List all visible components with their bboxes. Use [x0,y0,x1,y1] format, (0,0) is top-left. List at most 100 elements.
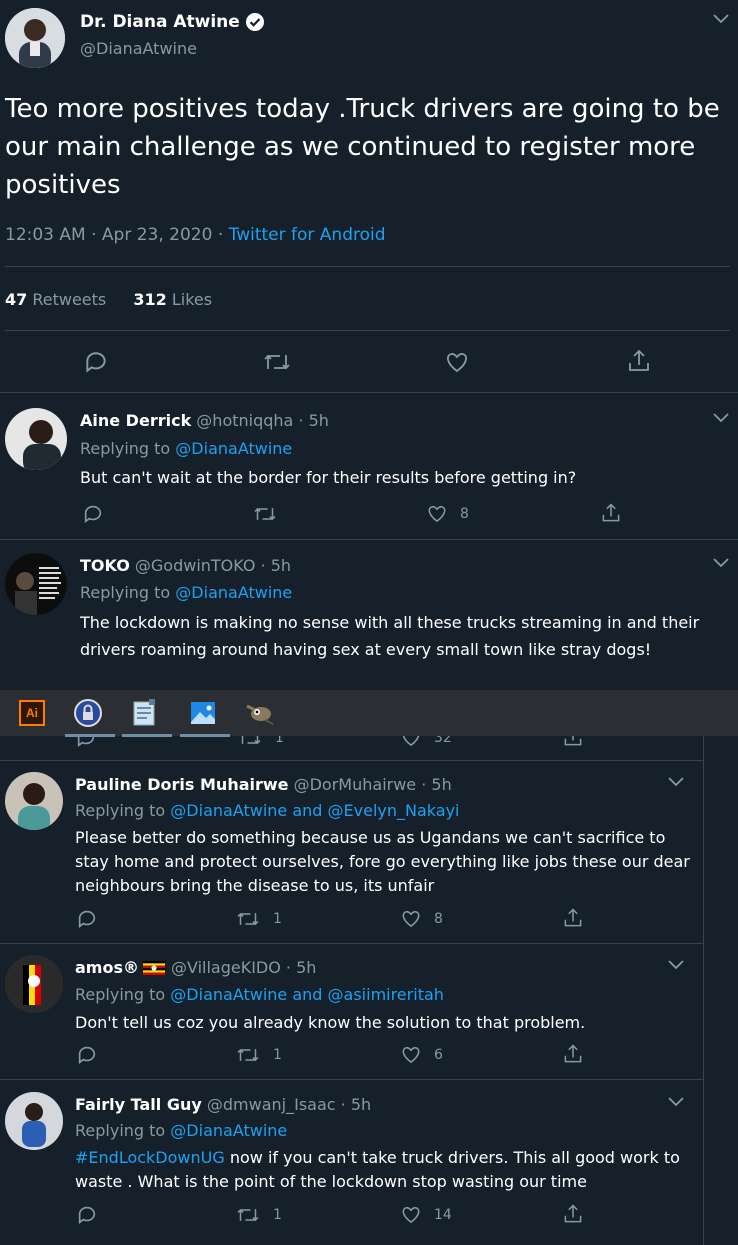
replying-to-link[interactable]: @DianaAtwine [175,439,292,458]
divider [0,943,704,944]
share-icon[interactable] [562,907,584,929]
divider [5,330,730,331]
keepass-app-icon[interactable] [73,698,103,728]
reply-text: Don't tell us coz you already know the s… [75,1013,586,1032]
like-icon[interactable] [400,908,422,929]
like-icon[interactable] [426,503,448,524]
reply-avatar[interactable] [5,955,63,1013]
reply-text: But can't wait at the border for their r… [80,468,577,487]
like-action[interactable]: 14 [400,1204,452,1225]
reply-author-name[interactable]: Fairly Tall Guy [75,1095,202,1114]
replying-to-link[interactable]: @DianaAtwine [175,583,292,602]
chevron-down-icon[interactable] [712,411,730,425]
like-count: 14 [434,1206,452,1223]
reply-author-name[interactable]: TOKO [80,556,130,575]
reply-text: Please better do something because us as… [75,828,690,895]
replying-to: Replying to @DianaAtwine and @Evelyn_Nak… [75,801,460,820]
divider [0,760,704,761]
replying-to-link[interactable]: @DianaAtwine [170,1121,287,1140]
reply-author-name[interactable]: amos® [75,958,139,977]
like-count: 8 [460,505,469,522]
divider [0,539,738,540]
like-action[interactable]: 8 [426,503,469,524]
reply-header: amos® @VillageKIDO · 5h [75,958,316,977]
chevron-down-icon[interactable] [712,556,730,570]
share-icon[interactable] [600,502,622,524]
like-icon[interactable] [400,1204,422,1225]
photos-app-icon[interactable] [188,698,218,728]
replying-to: Replying to @DianaAtwine [80,583,293,602]
divider [5,266,730,267]
author-name-row[interactable]: Dr. Diana Atwine [80,12,265,32]
chevron-down-icon[interactable] [667,958,685,972]
reply-header: Aine Derrick @hotniqqha · 5h [80,411,329,430]
verified-badge-icon [245,12,265,32]
like-icon[interactable] [400,1044,422,1065]
notepad-app-icon[interactable] [130,698,160,728]
likes-stat[interactable]: 312 Likes [133,290,212,309]
replying-to-link[interactable]: @DianaAtwine and @Evelyn_Nakayi [170,801,459,820]
gimp-app-icon[interactable] [245,698,275,728]
reply-author-handle[interactable]: @GodwinTOKO · 5h [135,556,291,575]
chevron-down-icon[interactable] [667,775,685,789]
retweets-stat[interactable]: 47 Retweets [5,290,106,309]
tweet-meta: 12:03 AM · Apr 23, 2020 · Twitter for An… [5,225,386,245]
author-handle[interactable]: @DianaAtwine [80,39,197,58]
chevron-down-icon[interactable] [712,12,730,26]
retweet-action[interactable]: 1 [235,1045,282,1065]
replying-to: Replying to @DianaAtwine and @asiimireri… [75,985,444,1004]
retweet-count: 1 [273,1207,282,1223]
reply-author-handle[interactable]: @VillageKIDO · 5h [171,958,316,977]
reply-header: Fairly Tall Guy @dmwanj_Isaac · 5h [75,1095,371,1114]
reply-avatar[interactable] [5,1092,63,1150]
reply-avatar[interactable] [5,772,63,830]
tweet-stats: 47 Retweets 312 Likes [5,290,212,309]
share-icon[interactable] [562,1043,584,1065]
reply-text: The lockdown is making no sense with all… [80,613,700,659]
replying-to: Replying to @DianaAtwine [80,439,293,458]
share-icon[interactable] [626,348,652,374]
retweet-icon[interactable] [235,1045,261,1065]
like-action[interactable]: 6 [400,1044,443,1065]
like-count: 8 [434,910,443,927]
reply-icon[interactable] [76,1204,98,1226]
author-avatar[interactable] [5,8,65,68]
reply-author-handle[interactable]: @dmwanj_Isaac · 5h [207,1095,371,1114]
hashtag-link[interactable]: #EndLockDownUG [75,1148,225,1167]
retweet-action[interactable]: 1 [235,909,282,929]
replying-to: Replying to @DianaAtwine [75,1121,288,1140]
reply-author-handle[interactable]: @DorMuhairwe · 5h [294,775,452,794]
like-icon[interactable] [444,350,470,374]
reply-icon[interactable] [83,349,109,375]
taskbar: Ai [0,689,738,737]
share-icon[interactable] [562,1203,584,1225]
like-count: 6 [434,1046,443,1063]
tweet-time[interactable]: 12:03 AM · Apr 23, 2020 · [5,225,229,245]
reply-icon[interactable] [82,503,104,525]
divider [0,1079,704,1080]
chevron-down-icon[interactable] [667,1095,685,1109]
author-name[interactable]: Dr. Diana Atwine [80,12,240,32]
reply-icon[interactable] [76,908,98,930]
retweet-icon[interactable] [252,504,278,524]
retweet-icon[interactable] [235,1205,261,1225]
retweet-icon[interactable] [262,350,292,374]
reply-author-name[interactable]: Pauline Doris Muhairwe [75,775,289,794]
illustrator-app-icon[interactable]: Ai [17,698,47,728]
retweet-icon[interactable] [235,909,261,929]
divider [0,392,738,393]
reply-avatar[interactable] [5,408,67,470]
retweet-action[interactable]: 1 [235,1205,282,1225]
tweet-source-link[interactable]: Twitter for Android [229,225,386,245]
like-action[interactable]: 8 [400,908,443,929]
reply-author-name[interactable]: Aine Derrick [80,411,191,430]
reply-icon[interactable] [76,1044,98,1066]
reply-author-handle[interactable]: @hotniqqha · 5h [196,411,329,430]
reply-avatar[interactable] [5,553,67,615]
retweet-count: 1 [273,1047,282,1063]
tweet-text: Teo more positives today .Truck drivers … [5,94,720,200]
retweet-count: 1 [273,911,282,927]
replying-to-link[interactable]: @DianaAtwine and @asiimireritah [170,985,444,1004]
reply-header: TOKO @GodwinTOKO · 5h [80,556,291,575]
reply-text: #EndLockDownUG now if you can't take tru… [75,1146,695,1194]
